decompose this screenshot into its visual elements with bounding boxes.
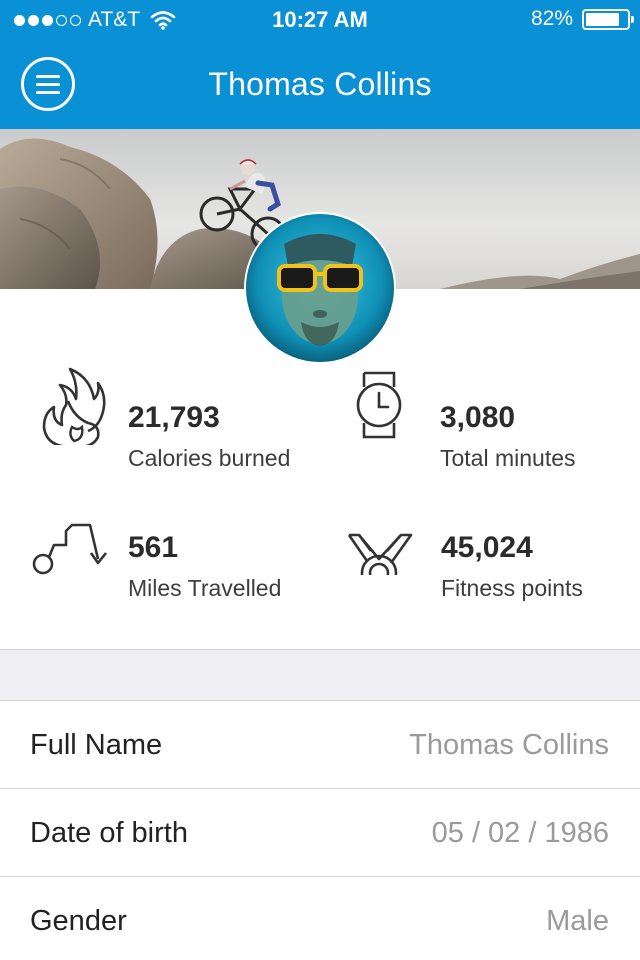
watch-icon <box>356 371 402 439</box>
stat-label: Calories burned <box>128 445 291 471</box>
profile-row-date-of-birth[interactable]: Date of birth 05 / 02 / 1986 <box>0 789 640 877</box>
field-label: Full Name <box>30 729 163 761</box>
section-divider <box>0 649 640 701</box>
stat-value: 561 <box>128 531 179 564</box>
profile-row-gender[interactable]: Gender Male <box>0 877 640 960</box>
battery-percent: 82% <box>530 7 573 30</box>
field-label: Gender <box>30 905 127 937</box>
battery-icon <box>582 8 634 30</box>
stat-value: 21,793 <box>128 401 220 434</box>
full-name-value[interactable]: Thomas Collins <box>409 729 609 762</box>
status-bar: AT&T 10:27 AM 82% <box>0 0 640 40</box>
page-title: Thomas Collins <box>208 66 432 102</box>
gender-value[interactable]: Male <box>546 905 609 938</box>
medal-icon <box>347 533 413 575</box>
app-header: AT&T 10:27 AM 82% Thomas Collins <box>0 0 640 129</box>
avatar-photo <box>246 214 394 362</box>
stat-value: 3,080 <box>440 401 516 434</box>
stat-miles: 561 Miles Travelled <box>32 495 322 601</box>
stat-label: Fitness points <box>441 575 583 601</box>
stat-label: Total minutes <box>440 445 576 471</box>
stat-calories: 21,793 Calories burned <box>38 365 328 471</box>
profile-row-full-name[interactable]: Full Name Thomas Collins <box>0 701 640 789</box>
stat-value: 45,024 <box>441 531 533 564</box>
stats-grid: 21,793 Calories burned 3,080 Total minut… <box>0 365 640 649</box>
stat-minutes: 3,080 Total minutes <box>350 365 640 471</box>
battery-fill <box>586 12 619 26</box>
flame-icon <box>42 367 106 445</box>
status-right: 82% <box>530 7 634 31</box>
stat-fitness-points: 45,024 Fitness points <box>345 495 635 601</box>
stat-label: Miles Travelled <box>128 575 282 601</box>
avatar[interactable] <box>244 212 396 364</box>
route-icon <box>32 523 108 575</box>
date-of-birth-value[interactable]: 05 / 02 / 1986 <box>432 817 609 850</box>
field-label: Date of birth <box>30 817 188 849</box>
